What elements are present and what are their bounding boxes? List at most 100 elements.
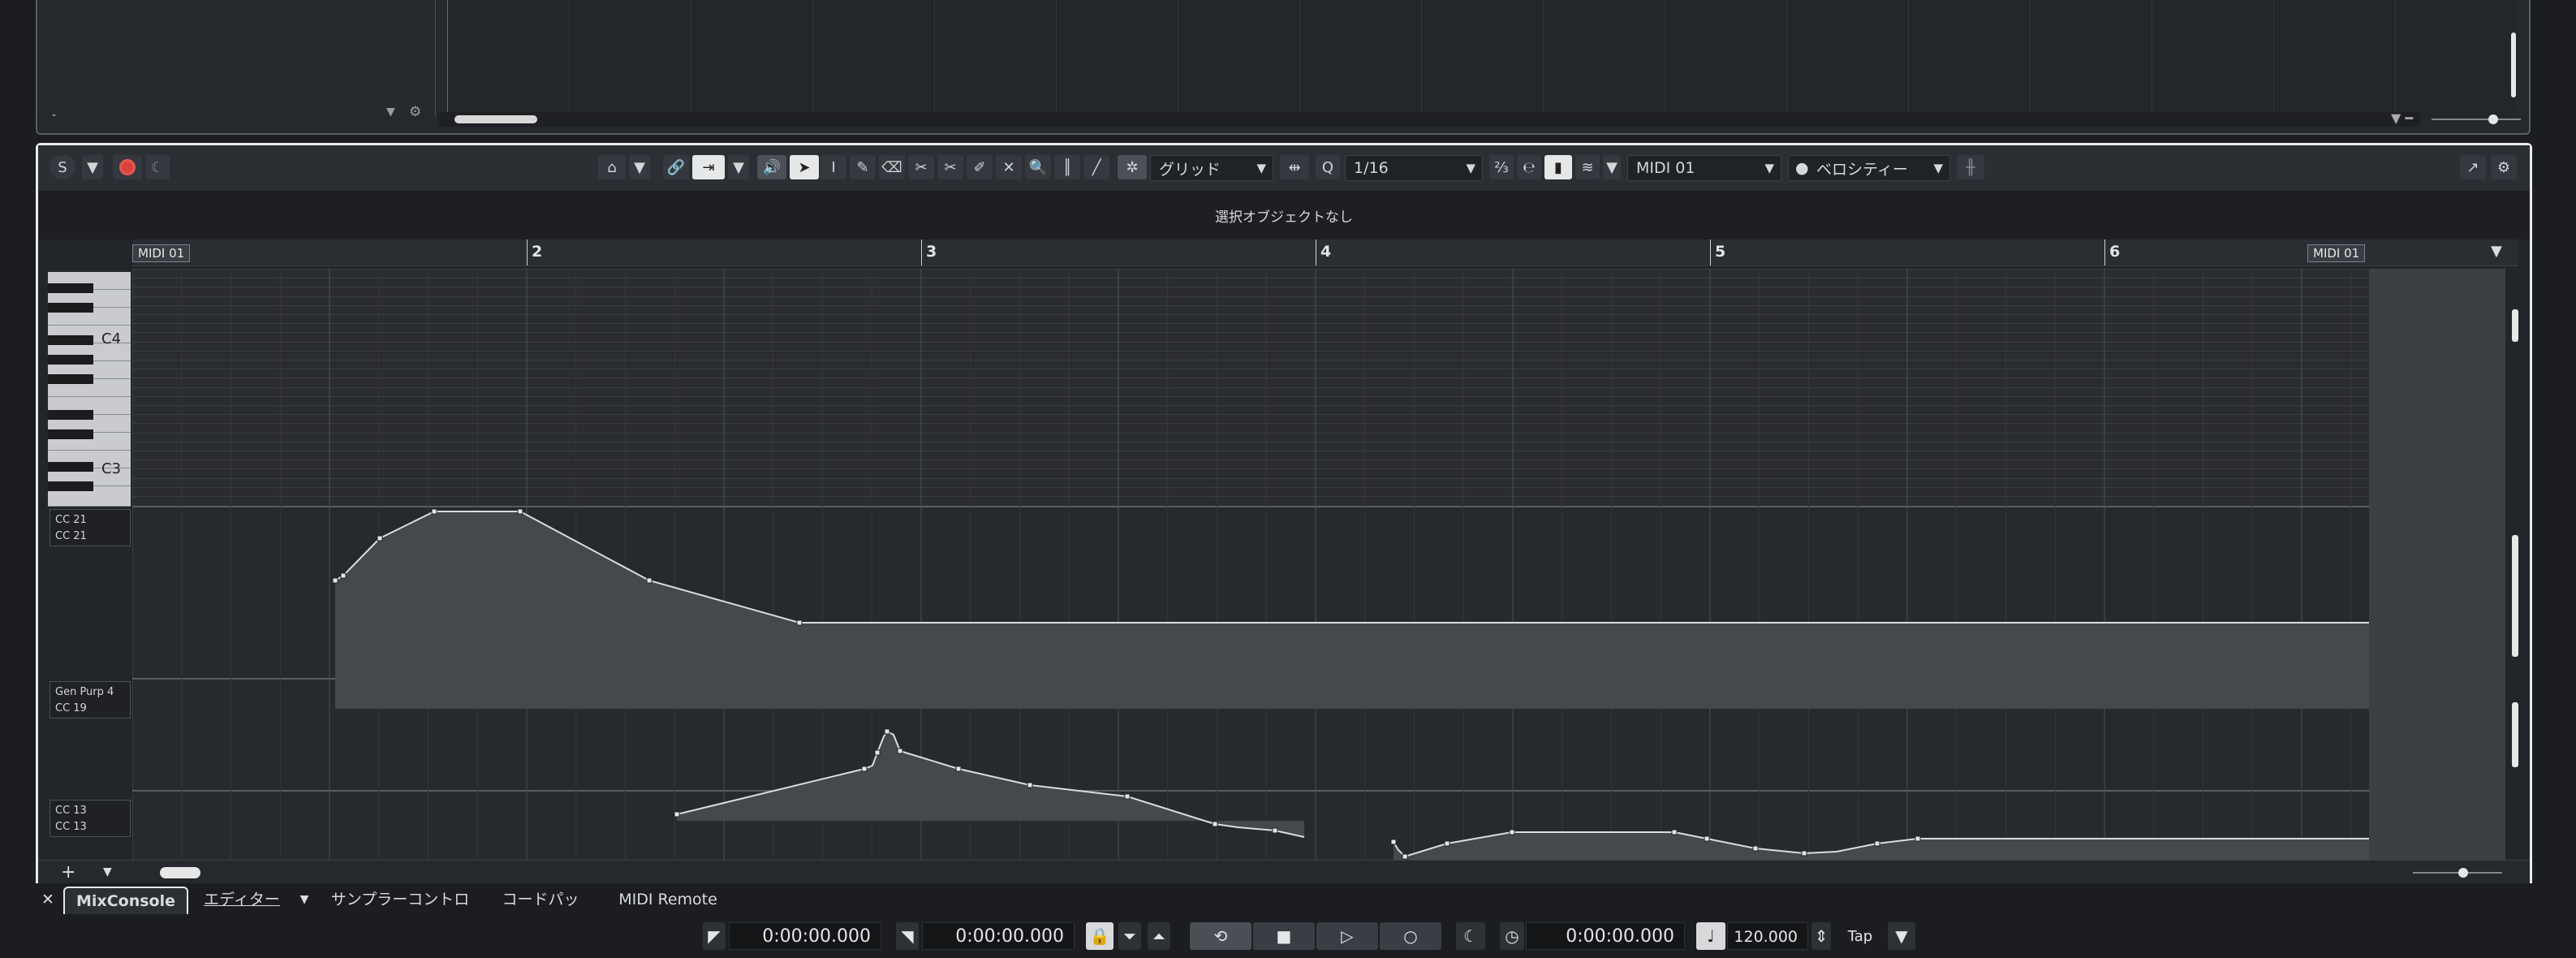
acoustic-feedback-icon[interactable]: 🔊 [757,155,786,179]
bar-number: 4 [1320,243,1332,261]
punch-in-icon[interactable]: ⏷ [1118,922,1141,950]
close-icon[interactable]: ✕ [36,887,60,913]
tempo-track-icon[interactable]: ♩ [1696,922,1725,950]
add-lane-icon[interactable]: + [61,862,75,882]
color-menu-icon[interactable]: ▼ [1603,155,1621,179]
cycle-button[interactable]: ⟲ [1190,922,1251,950]
zoom-tool-icon[interactable]: 🔍 [1025,155,1051,179]
time-display[interactable]: 0:00:00.000 [1526,922,1685,950]
left-locator-field[interactable]: 0:00:00.000 [729,922,881,950]
gear-icon[interactable]: ⚙ [409,104,421,120]
snap-toggle-icon[interactable]: ✲ [1118,155,1147,179]
glue-tool-icon[interactable]: ✐ [967,155,993,179]
line-tool-icon[interactable]: ╱ [1083,155,1109,179]
tab-sampler-control[interactable]: サンプラーコントロール [330,887,471,934]
upper-horizontal-scrollbar[interactable] [438,112,2420,127]
tab-chord-pads[interactable]: コードパッド [498,887,583,934]
range-selection-tool[interactable]: I [821,155,846,179]
context-menu-button[interactable]: ▼ [629,155,650,179]
play-button[interactable]: ▷ [1316,922,1378,950]
object-selection-tool[interactable]: ➤ [790,155,819,179]
zoom-handle[interactable] [2488,114,2498,124]
link-icon[interactable]: 🔗 [663,155,689,179]
zoom-handle[interactable] [2458,868,2468,878]
split-tool-icon[interactable]: ✂ [937,155,963,179]
bar-number: 2 [532,243,543,261]
editor-zoom-slider[interactable] [2413,868,2502,878]
right-locator-field[interactable]: 0:00:00.000 [922,922,1075,950]
piano-keyboard[interactable]: C4 C3 [48,272,131,507]
velocity-icon: ● [1795,159,1809,177]
retrospective-icon[interactable]: ☾ [1456,922,1485,950]
triplet-icon[interactable]: ⅔ [1489,155,1514,179]
ruler[interactable]: MIDI 01 2 3 4 5 6 MIDI 01 ▼ [132,240,2518,266]
retrospective-record-button[interactable]: ☾ [145,155,170,179]
left-locator-icon[interactable]: ◤ [703,922,726,950]
lane-label-cc21[interactable]: CC 21 CC 21 [50,509,131,546]
note-length-icon[interactable]: ▮ [1544,155,1572,179]
record-button[interactable] [113,155,142,179]
tab-midi-remote[interactable]: MIDI Remote [614,887,722,913]
upper-vscroll-thumb[interactable] [2511,32,2516,97]
editor-scroll-thumb[interactable] [160,867,200,878]
chevron-down-icon[interactable]: ▼ [386,106,395,119]
lane-vscroll-thumb[interactable] [2512,535,2518,657]
color-scheme-icon[interactable]: ≋ [1575,155,1600,179]
tab-editor[interactable]: エディター [195,887,289,913]
lane-vertical-scrollbar[interactable] [2507,516,2523,670]
drumstick-tool-icon[interactable]: ║ [1054,155,1080,179]
punch-out-icon[interactable]: ⏶ [1148,922,1170,950]
lane-menu-icon[interactable]: ▼ [103,865,112,878]
upper-row-text: - [52,109,57,122]
controller-select-dropdown[interactable]: ● ベロシティー ▼ [1788,155,1950,181]
note-vertical-scrollbar[interactable] [2507,269,2523,415]
lock-icon[interactable]: 🔒 [1086,922,1114,950]
note-vscroll-thumb[interactable] [2512,309,2518,342]
editor-tab-menu-icon[interactable]: ▼ [294,887,315,913]
grid-type-dropdown[interactable]: グリッド ▼ [1150,155,1273,181]
mute-tool-icon[interactable]: ✕ [996,155,1022,179]
right-locator-icon[interactable]: ◥ [896,922,919,950]
setup-gear-icon[interactable]: ⚙ [2491,155,2517,179]
tab-mixconsole[interactable]: MixConsole [63,887,188,914]
quantize-icon[interactable]: Q [1316,155,1340,179]
upper-scroll-thumb[interactable] [454,115,537,123]
upper-vertical-zoom[interactable] [2501,0,2526,122]
solo-editor-button[interactable]: S [50,155,75,179]
tap-tempo-button[interactable]: Tap [1836,922,1885,950]
auto-scroll-button[interactable]: ⇥ [692,155,725,179]
zoom-menu-icon[interactable]: ▼ ━ [2391,110,2413,126]
quantize-mode-icon[interactable]: ℮ [1517,155,1541,179]
snap-to-zero-crossing-icon[interactable]: ⇹ [1280,155,1309,179]
quantize-label: Q [1321,158,1334,176]
lane-label-cc13[interactable]: CC 13 CC 13 [50,800,131,837]
record-icon [119,159,136,175]
tempo-spinner[interactable]: ⇕ [1811,922,1831,950]
draw-tool-icon[interactable]: ✎ [850,155,876,179]
track-select-dropdown[interactable]: MIDI 01 ▼ [1627,155,1781,181]
clock-icon[interactable]: ◷ [1500,922,1524,950]
grid-type-value: グリッド [1159,160,1221,179]
upper-event-grid[interactable] [447,0,2515,117]
lower-horizontal-scrollbar[interactable]: + ▼ [38,860,2530,885]
erase-tool-icon[interactable]: ⌫ [879,155,905,179]
trim-tool-icon[interactable]: ✂ [908,155,934,179]
lane2-vertical-scrollbar[interactable] [2507,688,2523,785]
tempo-field[interactable]: 120.000 [1727,922,1808,950]
editor-context-button[interactable]: ⌂ [598,155,626,179]
ruler-menu-icon[interactable]: ▼ [2491,243,2502,260]
auto-scroll-menu[interactable]: ▼ [728,155,749,179]
transport-menu-icon[interactable]: ▼ [1888,922,1915,950]
lane-label-cc19[interactable]: Gen Purp 4 CC 19 [50,681,131,718]
solo-menu-button[interactable]: ▼ [82,155,103,179]
event-end-label: MIDI 01 [2307,244,2366,262]
quantize-preset-dropdown[interactable]: 1/16 ▼ [1345,155,1483,181]
open-in-window-icon[interactable]: ↗ [2460,155,2486,179]
lane-name: Gen Purp 4 [55,686,114,698]
record-transport-button[interactable]: ○ [1380,922,1441,950]
lane2-vscroll-thumb[interactable] [2512,702,2518,767]
stop-button[interactable]: ■ [1253,922,1315,950]
lane-cc: CC 21 [55,530,87,542]
selection-status: 選択オブジェクトなし [1215,209,1353,226]
mixer-icon[interactable]: ╫ [1957,155,1984,179]
